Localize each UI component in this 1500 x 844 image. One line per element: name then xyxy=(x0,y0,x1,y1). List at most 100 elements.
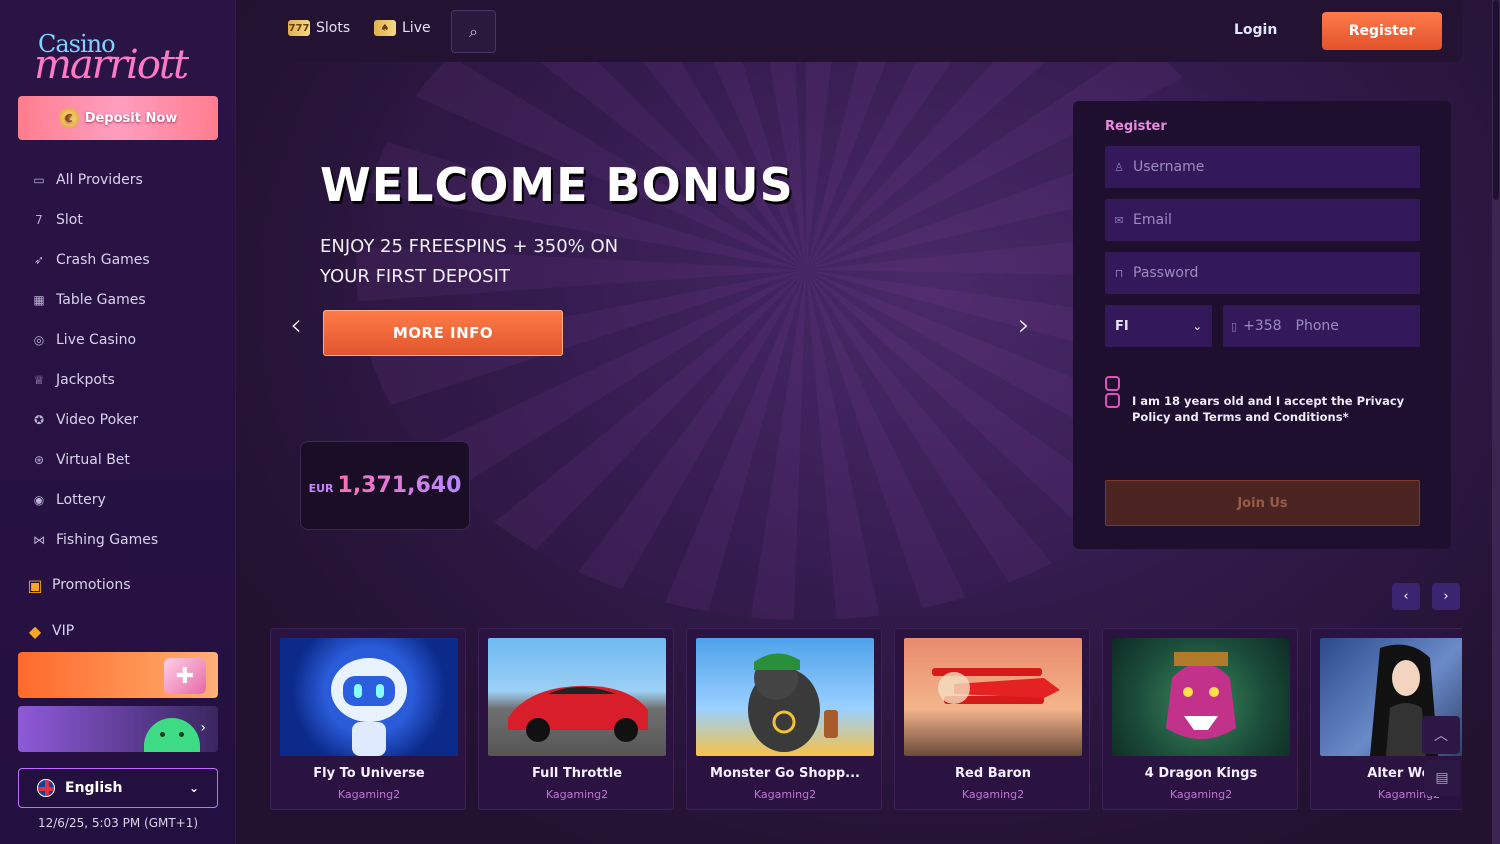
sidebar-item-crash-games[interactable]: ➶ Crash Games xyxy=(30,240,230,280)
register-panel: Register ♙ Username ✉ Email ⊓ Password F… xyxy=(1073,101,1451,549)
more-info-button[interactable]: MORE INFO xyxy=(323,310,563,356)
live-icon: ◎ xyxy=(33,333,45,347)
sidebar-item-video-poker[interactable]: ✪ Video Poker xyxy=(30,400,230,440)
table-icon: ▦ xyxy=(33,293,45,307)
game-provider: Kagaming2 xyxy=(961,788,1025,801)
phone-prefix: +358 xyxy=(1243,318,1282,334)
game-provider: Kagaming2 xyxy=(545,788,609,801)
checkbox-top[interactable] xyxy=(1105,376,1120,391)
chevron-right-icon: › xyxy=(1443,589,1449,604)
user-icon: ♙ xyxy=(1114,160,1124,174)
game-card[interactable]: Fly To Universe Kagaming2 xyxy=(270,628,466,810)
game-card[interactable]: Full Throttle Kagaming2 xyxy=(478,628,674,810)
sidebar-item-label: Virtual Bet xyxy=(56,452,130,468)
nav-slots-label: Slots xyxy=(316,20,351,36)
sidebar-item-slot[interactable]: 7 Slot xyxy=(30,200,230,240)
sidebar-item-lottery[interactable]: ◉ Lottery xyxy=(30,480,230,520)
country-code-select[interactable]: FI ⌄ xyxy=(1105,305,1212,347)
virtual-icon: ⊛ xyxy=(33,453,45,467)
chevron-down-icon: ⌄ xyxy=(188,781,199,795)
jackpot-currency: EUR xyxy=(308,482,334,495)
language-selector[interactable]: English ⌄ xyxy=(18,768,218,808)
username-placeholder: Username xyxy=(1133,159,1205,175)
nav-slots[interactable]: 777 Slots xyxy=(288,20,350,36)
monster-icon xyxy=(748,653,838,752)
providers-icon: ▭ xyxy=(33,173,45,187)
slot-icon: 7 xyxy=(35,213,43,227)
game-card[interactable]: Red Baron Kagaming2 xyxy=(894,628,1090,810)
password-field[interactable]: ⊓ Password xyxy=(1105,252,1420,294)
live-cards-icon: ♠ xyxy=(374,20,396,36)
sidebar-item-fishing-games[interactable]: ⋈ Fishing Games xyxy=(30,520,230,560)
hero-subtitle: ENJOY 25 FREESPINS + 350% ON YOUR FIRST … xyxy=(320,236,619,287)
casino-logo[interactable]: Casino marriott xyxy=(34,28,204,88)
sidebar-item-label: Jackpots xyxy=(56,372,115,388)
game-provider: Kagaming2 xyxy=(337,788,401,801)
deposit-now-label: Deposit Now xyxy=(84,110,178,126)
username-field[interactable]: ♙ Username xyxy=(1105,146,1420,188)
language-label: English xyxy=(65,780,123,796)
games-next-button[interactable]: › xyxy=(1432,583,1460,610)
sidebar-item-label: Fishing Games xyxy=(56,532,159,548)
slider-prev-icon[interactable]: ‹ xyxy=(290,308,302,343)
scroll-to-top-button[interactable]: ︿ xyxy=(1422,716,1460,754)
android-app-banner[interactable]: › xyxy=(18,706,218,752)
sidebar-item-live-casino[interactable]: ◎ Live Casino xyxy=(30,320,230,360)
game-name: 4 Dragon Kings xyxy=(1144,766,1258,781)
phone-field[interactable]: ▯ +358 Phone xyxy=(1223,305,1420,347)
robot-icon xyxy=(331,658,407,756)
slider-next-icon[interactable]: › xyxy=(1018,308,1030,343)
sports-car-icon xyxy=(508,685,648,742)
sidebar-item-label: Promotions xyxy=(52,577,131,593)
game-name: Full Throttle xyxy=(531,766,623,781)
uk-flag-icon xyxy=(37,779,55,797)
sidebar-item-vip[interactable]: ◆ VIP xyxy=(26,608,226,654)
sidebar-extra-nav: ▣ Promotions ◆ VIP xyxy=(26,562,226,654)
game-card[interactable]: Monster Go Shopp... Kagaming2 xyxy=(686,628,882,810)
email-placeholder: Email xyxy=(1133,212,1172,228)
country-code-value: FI xyxy=(1115,318,1129,334)
game-name: Monster Go Shopp... xyxy=(710,766,860,781)
sidebar-item-promotions[interactable]: ▣ Promotions xyxy=(26,562,226,608)
deposit-now-button[interactable]: € Deposit Now xyxy=(18,96,218,140)
top-bar xyxy=(270,0,1462,62)
games-prev-button[interactable]: ‹ xyxy=(1392,583,1420,610)
chevron-down-icon: ⌄ xyxy=(1192,319,1202,333)
terms-checkbox[interactable] xyxy=(1105,393,1120,408)
phone-placeholder: Phone xyxy=(1295,318,1339,334)
nav-live-label: Live xyxy=(402,20,431,36)
game-thumbnail xyxy=(280,638,458,756)
lock-icon: ⊓ xyxy=(1114,266,1124,280)
login-link[interactable]: Login xyxy=(1234,22,1277,38)
game-card[interactable]: 4 Dragon Kings Kagaming2 xyxy=(1102,628,1298,810)
live-chat-button[interactable]: ▤ xyxy=(1424,760,1460,796)
android-icon xyxy=(144,718,200,752)
sidebar-item-all-providers[interactable]: ▭ All Providers xyxy=(30,160,230,200)
join-us-button[interactable]: Join Us xyxy=(1105,480,1420,526)
slots-icon: 777 xyxy=(288,20,310,36)
search-button[interactable]: ⌕ xyxy=(451,10,496,53)
sidebar-item-table-games[interactable]: ▦ Table Games xyxy=(30,280,230,320)
logo-bottom-text: marriott xyxy=(34,42,189,88)
chevron-up-icon: ︿ xyxy=(1434,728,1448,744)
fish-icon: ⋈ xyxy=(33,533,45,547)
sidebar-item-virtual-bet[interactable]: ⊛ Virtual Bet xyxy=(30,440,230,480)
biplane-icon xyxy=(932,668,1060,704)
dragon-icon xyxy=(1166,652,1236,739)
page-scrollbar[interactable] xyxy=(1492,0,1500,844)
coin-icon: € xyxy=(58,108,79,128)
sidebar-item-label: Live Casino xyxy=(56,332,137,348)
nav-live[interactable]: ♠ Live xyxy=(374,20,431,36)
mail-icon: ✉ xyxy=(1114,213,1124,227)
promo-banner[interactable]: ✚ xyxy=(18,652,218,698)
scrollbar-thumb[interactable] xyxy=(1493,0,1499,200)
register-button[interactable]: Register xyxy=(1322,12,1442,50)
game-provider: Kagaming2 xyxy=(753,788,817,801)
chevron-right-icon: › xyxy=(200,720,206,736)
password-placeholder: Password xyxy=(1133,265,1199,281)
sidebar-item-jackpots[interactable]: ♕ Jackpots xyxy=(30,360,230,400)
datetime-display: 12/6/25, 5:03 PM (GMT+1) xyxy=(37,816,199,830)
email-field[interactable]: ✉ Email xyxy=(1105,199,1420,241)
jackpot-counter: EUR 1,371,640 xyxy=(300,441,470,530)
sidebar-item-label: VIP xyxy=(52,623,75,639)
